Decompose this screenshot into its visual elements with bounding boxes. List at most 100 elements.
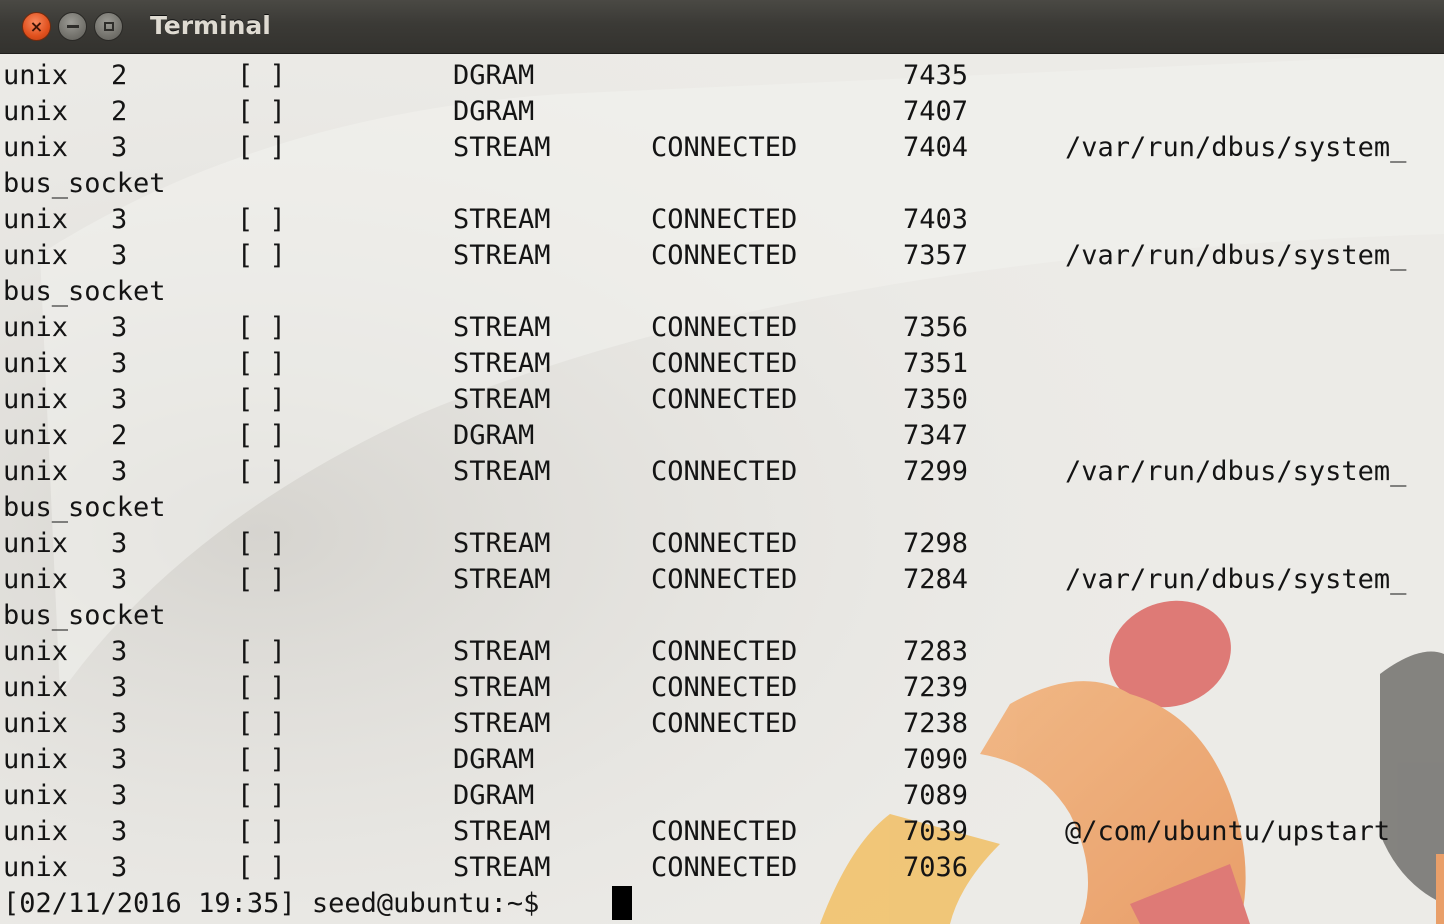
proto-cell: unix [3,132,69,163]
type-cell: STREAM [453,816,551,847]
flags-cell: [ ] [237,312,286,343]
wrapped-line: bus_socket [0,166,1444,202]
proto-cell: unix [3,96,69,127]
inode-cell: 7299 [903,456,969,487]
close-icon[interactable]: × [22,12,51,41]
socket-row: unix 3 [ ] STREAM CONNECTED 7036 [0,850,1444,886]
socket-row: unix 2 [ ] DGRAM 7407 [0,94,1444,130]
inode-cell: 7238 [903,708,969,739]
socket-row: unix 3 [ ] STREAM CONNECTED 7299/var/run/dbus… [0,454,1444,490]
flags-cell: [ ] [237,564,286,595]
refcnt-cell: 3 [111,528,128,559]
inode-cell: 7350 [903,384,969,415]
flags-cell: [ ] [237,852,286,883]
title-bar[interactable]: × Terminal [0,0,1444,54]
socket-row: unix 3 [ ] STREAM CONNECTED 7039 @/com/ubuntu/… [0,814,1444,850]
state-cell: CONNECTED [651,384,798,415]
path-cell: /var/run/dbus/system_ [1065,456,1407,487]
terminal-window: × Terminal unix 2 [ ] DGRAM 7435 unix 2 [… [0,0,1444,924]
socket-row: unix 2 [ ] DGRAM 7347 [0,418,1444,454]
flags-cell: [ ] [237,132,286,163]
socket-row: unix 3 [ ] DGRAM 7089 [0,778,1444,814]
minimize-icon[interactable] [58,12,87,41]
type-cell: STREAM [453,456,551,487]
type-cell: STREAM [453,240,551,271]
flags-cell: [ ] [237,60,286,91]
inode-cell: 7347 [903,420,969,451]
socket-row: unix 3 [ ] STREAM CONNECTED 7403 [0,202,1444,238]
type-cell: STREAM [453,204,551,235]
refcnt-cell: 3 [111,348,128,379]
type-cell: DGRAM [453,60,535,91]
refcnt-cell: 3 [111,708,128,739]
inode-cell: 7404 [903,132,969,163]
proto-cell: unix [3,348,69,379]
type-cell: STREAM [453,132,551,163]
type-cell: DGRAM [453,780,535,811]
refcnt-cell: 2 [111,96,128,127]
inode-cell: 7407 [903,96,969,127]
proto-cell: unix [3,60,69,91]
prompt-line[interactable]: [02/11/2016 19:35] seed@ubuntu:~$ [0,886,1444,922]
socket-row: unix 3 [ ] STREAM CONNECTED 7350 [0,382,1444,418]
proto-cell: unix [3,420,69,451]
refcnt-cell: 2 [111,420,128,451]
refcnt-cell: 3 [111,852,128,883]
refcnt-cell: 3 [111,240,128,271]
wrapped-line: bus_socket [0,490,1444,526]
proto-cell: unix [3,528,69,559]
close-glyph: × [29,16,44,36]
type-cell: DGRAM [453,420,535,451]
flags-cell: [ ] [237,420,286,451]
flags-cell: [ ] [237,744,286,775]
socket-row: unix 3 [ ] STREAM CONNECTED 7284/var/run/dbus… [0,562,1444,598]
proto-cell: unix [3,204,69,235]
flags-cell: [ ] [237,456,286,487]
wrapped-text: bus_socket [3,600,166,631]
flags-cell: [ ] [237,816,286,847]
socket-row: unix 3 [ ] STREAM CONNECTED 7283 [0,634,1444,670]
path-cell: /var/run/dbus/system_ [1065,564,1407,595]
terminal-output[interactable]: unix 2 [ ] DGRAM 7435 unix 2 [ ] DGRAM 7407 unix 3 [… [0,58,1444,924]
type-cell: DGRAM [453,96,535,127]
state-cell: CONNECTED [651,312,798,343]
inode-cell: 7351 [903,348,969,379]
proto-cell: unix [3,816,69,847]
type-cell: STREAM [453,348,551,379]
wrapped-text: bus_socket [3,168,166,199]
inode-cell: 7089 [903,780,969,811]
path-cell: @/com/ubuntu/upstart [1065,816,1391,847]
proto-cell: unix [3,672,69,703]
type-cell: DGRAM [453,744,535,775]
state-cell: CONNECTED [651,708,798,739]
socket-row: unix 2 [ ] DGRAM 7435 [0,58,1444,94]
flags-cell: [ ] [237,528,286,559]
inode-cell: 7036 [903,852,969,883]
refcnt-cell: 3 [111,456,128,487]
refcnt-cell: 2 [111,60,128,91]
type-cell: STREAM [453,672,551,703]
inode-cell: 7435 [903,60,969,91]
socket-row: unix 3 [ ] STREAM CONNECTED 7298 [0,526,1444,562]
proto-cell: unix [3,240,69,271]
shell-prompt: [02/11/2016 19:35] seed@ubuntu:~$ [3,888,556,919]
proto-cell: unix [3,312,69,343]
socket-row: unix 3 [ ] STREAM CONNECTED 7239 [0,670,1444,706]
maximize-icon[interactable] [94,12,123,41]
socket-row: unix 3 [ ] DGRAM 7090 [0,742,1444,778]
inode-cell: 7298 [903,528,969,559]
state-cell: CONNECTED [651,852,798,883]
socket-row: unix 3 [ ] STREAM CONNECTED 7351 [0,346,1444,382]
inode-cell: 7284 [903,564,969,595]
refcnt-cell: 3 [111,204,128,235]
refcnt-cell: 3 [111,132,128,163]
maximize-glyph [103,22,114,31]
state-cell: CONNECTED [651,132,798,163]
refcnt-cell: 3 [111,564,128,595]
type-cell: STREAM [453,708,551,739]
wrapped-text: bus_socket [3,276,166,307]
flags-cell: [ ] [237,672,286,703]
socket-row: unix 3 [ ] STREAM CONNECTED 7357/var/run/dbus… [0,238,1444,274]
proto-cell: unix [3,636,69,667]
proto-cell: unix [3,708,69,739]
